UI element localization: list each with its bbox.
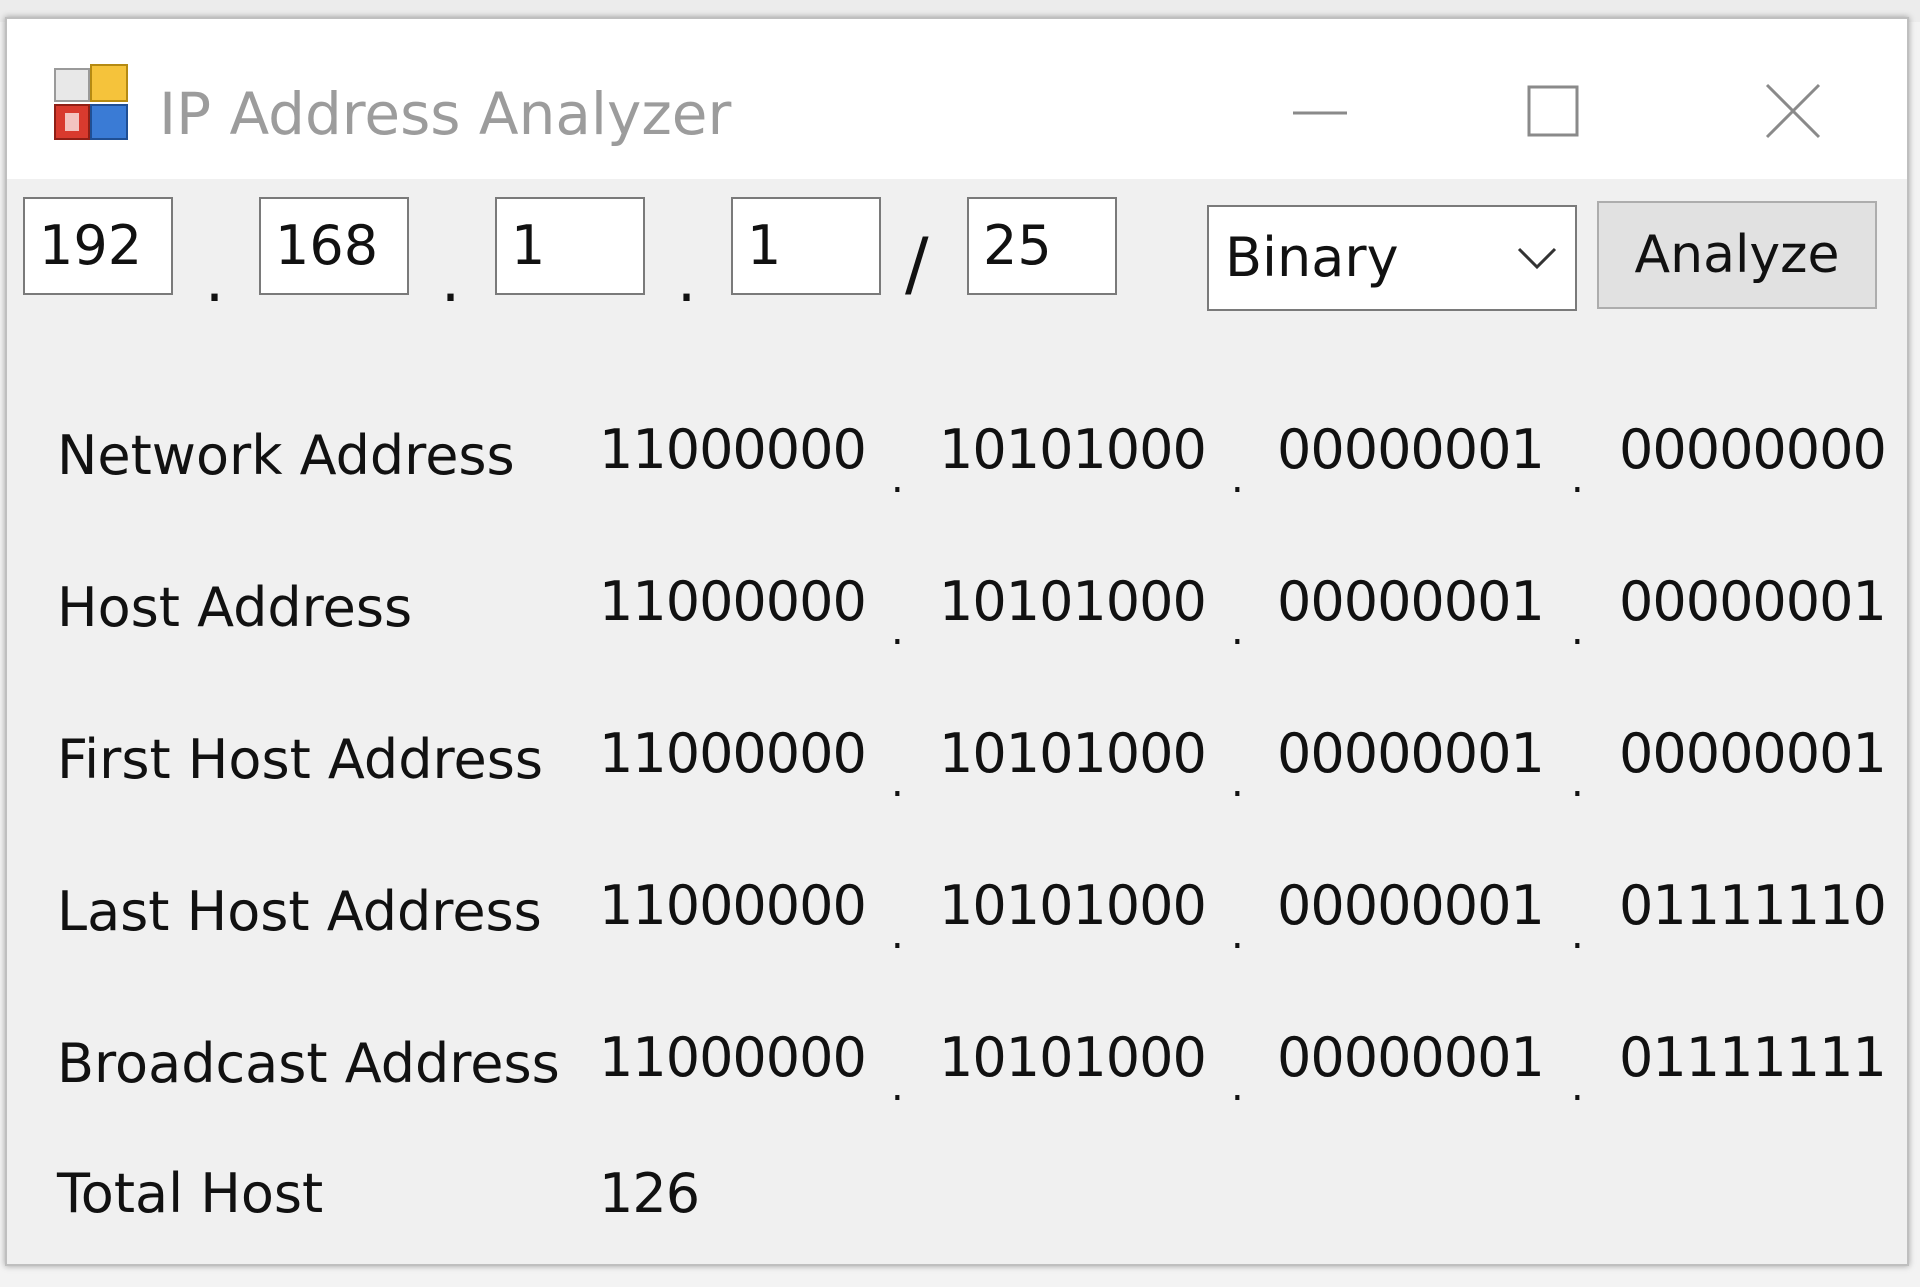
result-label: Broadcast Address (57, 1032, 560, 1095)
result-dot: . (1571, 608, 1584, 654)
result-octet: 11000000 (599, 418, 867, 481)
format-select-value: Binary (1225, 226, 1399, 289)
result-octet: 00000001 (1619, 722, 1887, 785)
minimize-icon (1293, 111, 1347, 115)
result-dot: . (1571, 1064, 1584, 1110)
cidr-input[interactable]: 25 (967, 197, 1117, 295)
result-octet: 11000000 (599, 874, 867, 937)
result-octet: 11000000 (599, 722, 867, 785)
octet-3-input[interactable]: 1 (495, 197, 645, 295)
app-grid-icon (53, 63, 131, 143)
octet-1-input[interactable]: 192 (23, 197, 173, 295)
octet-separator: . (677, 246, 697, 316)
total-host-label: Total Host (57, 1162, 324, 1225)
result-octet: 00000000 (1619, 418, 1887, 481)
result-label: Last Host Address (57, 880, 542, 943)
close-button[interactable] (1737, 59, 1847, 169)
result-dot: . (891, 1064, 904, 1110)
analyze-button[interactable]: Analyze (1597, 201, 1877, 309)
result-octet: 00000001 (1277, 570, 1545, 633)
result-label: Host Address (57, 576, 413, 639)
result-label: First Host Address (57, 728, 543, 791)
result-dot: . (1231, 1064, 1244, 1110)
result-dot: . (891, 760, 904, 806)
format-select[interactable]: Binary (1207, 205, 1577, 311)
result-octet: 11000000 (599, 570, 867, 633)
octet-4-input[interactable]: 1 (731, 197, 881, 295)
result-octet: 10101000 (939, 874, 1207, 937)
result-octet: 01111111 (1619, 1026, 1887, 1089)
result-dot: . (1571, 760, 1584, 806)
result-octet: 00000001 (1619, 570, 1887, 633)
result-octet: 00000001 (1277, 722, 1545, 785)
window-title: IP Address Analyzer (159, 80, 732, 148)
maximize-button[interactable] (1497, 59, 1607, 169)
octet-separator: . (441, 246, 461, 316)
cidr-slash: / (905, 223, 929, 305)
result-octet: 00000001 (1277, 874, 1545, 937)
result-label: Network Address (57, 424, 515, 487)
minimize-button[interactable] (1265, 59, 1375, 169)
result-dot: . (1231, 608, 1244, 654)
result-octet: 00000001 (1277, 418, 1545, 481)
maximize-icon (1527, 85, 1579, 137)
result-dot: . (1231, 912, 1244, 958)
app-window: IP Address Analyzer 192 . 168 . 1 . 1 / … (5, 17, 1909, 1266)
result-octet: 10101000 (939, 418, 1207, 481)
result-dot: . (891, 456, 904, 502)
chevron-down-icon (1517, 247, 1557, 270)
result-octet: 10101000 (939, 722, 1207, 785)
result-dot: . (891, 608, 904, 654)
result-dot: . (1571, 456, 1584, 502)
close-icon (1765, 83, 1821, 139)
title-bar: IP Address Analyzer (7, 19, 1907, 179)
result-octet: 00000001 (1277, 1026, 1545, 1089)
result-octet: 11000000 (599, 1026, 867, 1089)
result-dot: . (1231, 456, 1244, 502)
result-dot: . (891, 912, 904, 958)
result-octet: 01111110 (1619, 874, 1887, 937)
total-host-value: 126 (599, 1162, 700, 1225)
result-dot: . (1571, 912, 1584, 958)
result-octet: 10101000 (939, 570, 1207, 633)
result-octet: 10101000 (939, 1026, 1207, 1089)
result-dot: . (1231, 760, 1244, 806)
octet-2-input[interactable]: 168 (259, 197, 409, 295)
octet-separator: . (205, 246, 225, 316)
